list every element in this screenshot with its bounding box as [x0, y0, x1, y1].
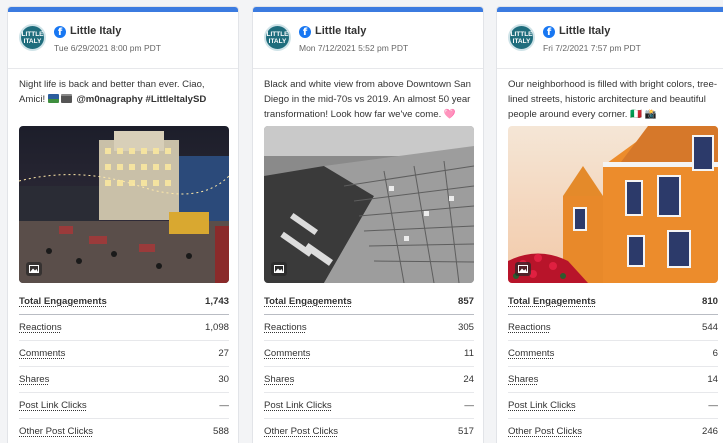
post-caption: Black and white view from above Downtown…: [264, 79, 471, 120]
night-street-photo: [19, 126, 229, 283]
metric-shares: Shares 14: [508, 367, 718, 393]
engagement-metrics: Total Engagements 1,743 Reactions 1,098 Co…: [19, 289, 229, 443]
avatar[interactable]: LITTLE ITALY: [19, 24, 46, 51]
post-date: Tue 6/29/2021 8:00 pm PDT: [54, 43, 161, 53]
post-card[interactable]: LITTLE ITALY f Little Italy Tue 6/29/202…: [7, 6, 239, 443]
post-image[interactable]: [508, 126, 718, 283]
image-icon: [515, 262, 531, 276]
page-name[interactable]: Little Italy: [559, 25, 610, 37]
avatar[interactable]: LITTLE ITALY: [264, 24, 291, 51]
image-icon: [26, 262, 42, 276]
post-card[interactable]: LITTLE ITALY f Little Italy Mon 7/12/202…: [252, 6, 484, 443]
metric-post-link-clicks: Post Link Clicks —: [264, 393, 474, 419]
metric-other-post-clicks: Other Post Clicks 588: [19, 419, 229, 443]
metric-other-post-clicks: Other Post Clicks 517: [264, 419, 474, 443]
metric-comments: Comments 27: [19, 341, 229, 367]
avatar[interactable]: LITTLE ITALY: [508, 24, 535, 51]
post-date: Fri 7/2/2021 7:57 pm PDT: [543, 43, 641, 53]
image-icon: [271, 262, 287, 276]
post-caption: Night life is back and better than ever.…: [19, 79, 207, 105]
metric-total-engagements: Total Engagements 810: [508, 289, 718, 315]
post-header: LITTLE ITALY f Little Italy Mon 7/12/202…: [253, 12, 483, 69]
metric-post-link-clicks: Post Link Clicks —: [508, 393, 718, 419]
post-image[interactable]: [19, 126, 229, 283]
post-caption: Our neighborhood is filled with bright c…: [508, 79, 718, 120]
metric-reactions: Reactions 544: [508, 315, 718, 341]
page-name[interactable]: Little Italy: [70, 25, 121, 37]
metric-post-link-clicks: Post Link Clicks —: [19, 393, 229, 419]
metric-comments: Comments 6: [508, 341, 718, 367]
metric-reactions: Reactions 1,098: [19, 315, 229, 341]
post-date: Mon 7/12/2021 5:52 pm PDT: [299, 43, 409, 53]
post-card[interactable]: LITTLE ITALY f Little Italy Fri 7/2/2021…: [496, 6, 723, 443]
metric-comments: Comments 11: [264, 341, 474, 367]
map-emoji-icon: [47, 94, 59, 103]
camera-emoji-icon: [60, 94, 72, 103]
engagement-metrics: Total Engagements 810 Reactions 544 Commen…: [508, 289, 718, 443]
metric-total-engagements: Total Engagements 1,743: [19, 289, 229, 315]
post-image[interactable]: [264, 126, 474, 283]
metric-shares: Shares 24: [264, 367, 474, 393]
facebook-icon: f: [54, 26, 66, 38]
post-header: LITTLE ITALY f Little Italy Fri 7/2/2021…: [497, 12, 723, 69]
engagement-metrics: Total Engagements 857 Reactions 305 Commen…: [264, 289, 474, 443]
metric-reactions: Reactions 305: [264, 315, 474, 341]
aerial-city-photo: [264, 126, 474, 283]
page-name[interactable]: Little Italy: [315, 25, 366, 37]
post-header: LITTLE ITALY f Little Italy Tue 6/29/202…: [8, 12, 238, 69]
facebook-icon: f: [299, 26, 311, 38]
metric-total-engagements: Total Engagements 857: [264, 289, 474, 315]
facebook-icon: f: [543, 26, 555, 38]
orange-house-photo: [508, 126, 718, 283]
metric-shares: Shares 30: [19, 367, 229, 393]
metric-other-post-clicks: Other Post Clicks 246: [508, 419, 718, 443]
